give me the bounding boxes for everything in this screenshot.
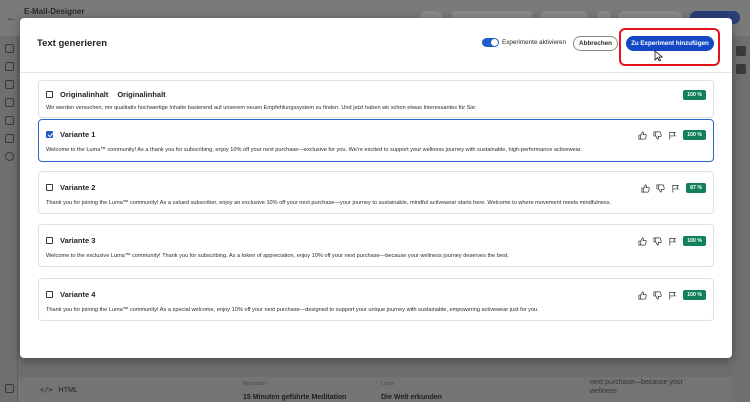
variant-card-original[interactable]: Originalinhalt Originalinhalt 100 % Wir … — [38, 80, 714, 118]
thumbs-up-icon[interactable] — [638, 291, 647, 300]
variant-card-3[interactable]: Variante 3 100 % Welcome to the exclusiv… — [38, 224, 714, 267]
card-text: Wir werden versuchen, mir qualitativ hoc… — [46, 105, 477, 111]
experiments-toggle-label: Experimente aktivieren — [502, 39, 567, 46]
variant-card-1[interactable]: Variante 1 100 % Welcome to the Luma™ co… — [38, 119, 714, 162]
card-text: Welcome to the Luma™ community! As a tha… — [46, 147, 582, 153]
cancel-button[interactable]: Abbrechen — [573, 36, 618, 51]
card-title: Variante 3 — [60, 236, 96, 245]
card-text: Thank you for joining the Luma™ communit… — [46, 307, 539, 313]
thumbs-down-icon[interactable] — [656, 184, 665, 193]
card-title: Variante 2 — [60, 183, 96, 192]
score-badge: 87 % — [686, 183, 706, 193]
card-actions: 100 % — [638, 236, 706, 246]
flag-icon[interactable] — [668, 291, 677, 300]
card-header: Variante 1 — [46, 130, 104, 139]
experiments-toggle[interactable] — [482, 38, 499, 47]
add-to-experiment-button[interactable]: Zu Experiment hinzufügen — [626, 36, 714, 51]
variant-checkbox[interactable] — [46, 237, 53, 244]
mouse-cursor-icon — [654, 50, 664, 62]
card-text: Welcome to the exclusive Luma™ community… — [46, 253, 509, 259]
preview-text: next purchase—because your wellness — [590, 379, 683, 395]
card-subtitle: Originalinhalt — [117, 90, 166, 99]
card-actions: 87 % — [641, 183, 706, 193]
variant-checkbox[interactable] — [46, 131, 53, 138]
flag-icon[interactable] — [671, 184, 680, 193]
card-header: Variante 2 — [46, 183, 104, 192]
fragments-icon[interactable] — [5, 134, 14, 143]
card-actions: 100 % — [638, 130, 706, 140]
right-rail — [732, 36, 750, 402]
thumbs-up-icon[interactable] — [638, 131, 647, 140]
flag-icon[interactable] — [668, 237, 677, 246]
preview-card-title: 15 Minuten geführte Meditation — [243, 394, 347, 401]
link-icon[interactable] — [5, 116, 14, 125]
thumbs-up-icon[interactable] — [641, 184, 650, 193]
variant-checkbox[interactable] — [46, 91, 53, 98]
add-icon[interactable] — [5, 44, 14, 53]
flag-icon[interactable] — [668, 131, 677, 140]
thumbs-down-icon[interactable] — [653, 291, 662, 300]
generate-text-dialog: Text generieren Experimente aktivieren A… — [20, 18, 732, 358]
variant-checkbox[interactable] — [46, 184, 53, 191]
preview-card-label: Meditation — [243, 381, 267, 387]
app-title: E-Mail-Designer — [24, 7, 85, 16]
thumbs-up-icon[interactable] — [638, 237, 647, 246]
dialog-title: Text generieren — [37, 38, 108, 49]
thumbs-down-icon[interactable] — [653, 237, 662, 246]
properties-icon[interactable] — [736, 46, 746, 56]
score-badge: 100 % — [683, 90, 706, 100]
personalization-icon[interactable] — [5, 152, 14, 161]
preview-card-title: Die Welt erkunden — [381, 394, 442, 401]
dialog-header: Text generieren Experimente aktivieren A… — [20, 18, 732, 73]
assets-icon[interactable] — [5, 80, 14, 89]
card-header: Variante 4 — [46, 290, 104, 299]
thumbs-down-icon[interactable] — [653, 131, 662, 140]
score-badge: 100 % — [683, 130, 706, 140]
score-badge: 100 % — [683, 290, 706, 300]
card-header: Originalinhalt Originalinhalt — [46, 90, 175, 99]
card-text: Thank you for joining the Luma™ communit… — [46, 200, 612, 206]
card-title: Originalinhalt — [60, 90, 109, 99]
card-title: Variante 1 — [60, 130, 96, 139]
back-arrow-icon[interactable]: ← — [6, 12, 17, 24]
layout-icon[interactable] — [5, 62, 14, 71]
layers-icon[interactable] — [5, 98, 14, 107]
card-actions: 100 % — [638, 290, 706, 300]
card-header: Variante 3 — [46, 236, 104, 245]
variant-card-2[interactable]: Variante 2 87 % Thank you for joining th… — [38, 171, 714, 214]
code-icon: </> — [40, 386, 53, 394]
variant-card-4[interactable]: Variante 4 100 % Thank you for joining t… — [38, 278, 714, 321]
settings-icon[interactable] — [5, 384, 14, 393]
preview-card-label: Lesen — [381, 381, 395, 387]
toggle-knob — [491, 39, 498, 46]
variant-checkbox[interactable] — [46, 291, 53, 298]
left-rail — [0, 36, 18, 402]
score-badge: 100 % — [683, 236, 706, 246]
html-component[interactable]: </> HTML — [40, 386, 78, 394]
card-actions: 100 % — [683, 90, 706, 100]
ai-assistant-icon[interactable] — [736, 64, 746, 74]
card-title: Variante 4 — [60, 290, 96, 299]
